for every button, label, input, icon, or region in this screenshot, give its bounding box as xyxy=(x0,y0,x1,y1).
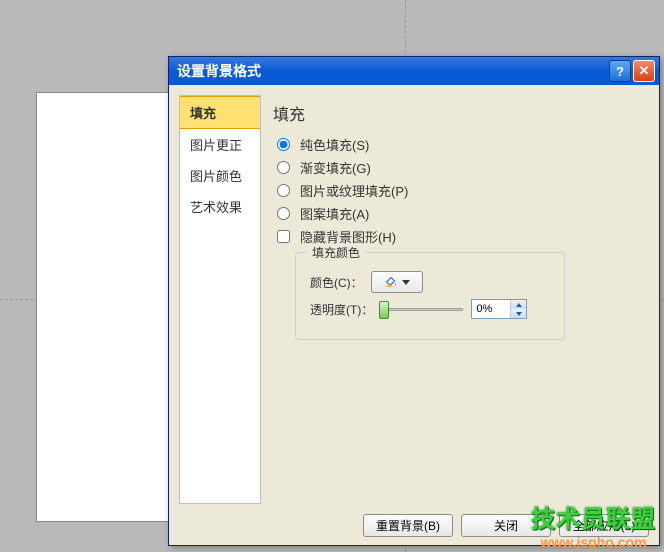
paint-bucket-icon xyxy=(384,274,398,291)
help-icon: ? xyxy=(616,64,624,79)
dialog-footer: 重置背景(B) 关闭 全部应用(L) xyxy=(179,504,649,537)
caret-down-icon xyxy=(516,312,522,316)
sidebar-item-picture-color[interactable]: 图片颜色 xyxy=(180,160,260,191)
slider-thumb[interactable] xyxy=(379,301,389,319)
help-button[interactable]: ? xyxy=(609,60,631,82)
caret-up-icon xyxy=(516,303,522,307)
category-sidebar: 填充 图片更正 图片颜色 艺术效果 xyxy=(179,95,261,504)
radio-gradient-fill[interactable]: 渐变填充(G) xyxy=(277,158,643,177)
titlebar[interactable]: 设置背景格式 ? ✕ xyxy=(169,57,659,85)
transparency-slider[interactable] xyxy=(381,301,463,317)
radio-gradient-fill-input[interactable] xyxy=(277,161,290,174)
radio-picture-fill-input[interactable] xyxy=(277,184,290,197)
radio-pattern-fill-input[interactable] xyxy=(277,207,290,220)
color-picker-button[interactable] xyxy=(371,271,423,293)
content-panel: 填充 纯色填充(S) 渐变填充(G) 图片或纹理填充(P) 图案填充(A) xyxy=(271,95,649,504)
color-label: 颜色(C)： xyxy=(310,274,363,291)
sidebar-item-artistic-effects[interactable]: 艺术效果 xyxy=(180,191,260,222)
radio-picture-fill[interactable]: 图片或纹理填充(P) xyxy=(277,181,643,200)
transparency-label: 透明度(T)： xyxy=(310,301,373,318)
checkbox-hide-bg-graphics-input[interactable] xyxy=(277,230,290,243)
apply-all-button[interactable]: 全部应用(L) xyxy=(559,514,649,537)
close-icon: ✕ xyxy=(639,63,650,79)
radio-pattern-fill[interactable]: 图案填充(A) xyxy=(277,204,643,223)
dialog-title: 设置背景格式 xyxy=(177,61,609,81)
format-background-dialog: 设置背景格式 ? ✕ 填充 图片更正 图片颜色 艺术效果 填充 纯色填充(S) xyxy=(168,56,660,546)
close-dialog-button[interactable]: 关闭 xyxy=(461,514,551,537)
panel-heading: 填充 xyxy=(273,101,643,125)
dialog-body: 填充 图片更正 图片颜色 艺术效果 填充 纯色填充(S) 渐变填充(G) 图片或… xyxy=(169,85,659,545)
fill-color-group: 填充颜色 颜色(C)： xyxy=(295,252,565,340)
radio-solid-fill[interactable]: 纯色填充(S) xyxy=(277,135,643,154)
spinner-down-button[interactable] xyxy=(511,309,526,318)
radio-solid-fill-input[interactable] xyxy=(277,138,290,151)
slider-track xyxy=(381,308,463,311)
sidebar-item-picture-correction[interactable]: 图片更正 xyxy=(180,129,260,160)
sidebar-item-fill[interactable]: 填充 xyxy=(180,96,260,129)
close-button[interactable]: ✕ xyxy=(633,60,655,82)
transparency-input[interactable] xyxy=(472,300,510,318)
spinner-up-button[interactable] xyxy=(511,300,526,309)
transparency-spinner[interactable] xyxy=(471,299,527,319)
chevron-down-icon xyxy=(402,280,410,285)
reset-background-button[interactable]: 重置背景(B) xyxy=(363,514,453,537)
fill-color-legend: 填充颜色 xyxy=(308,244,364,261)
